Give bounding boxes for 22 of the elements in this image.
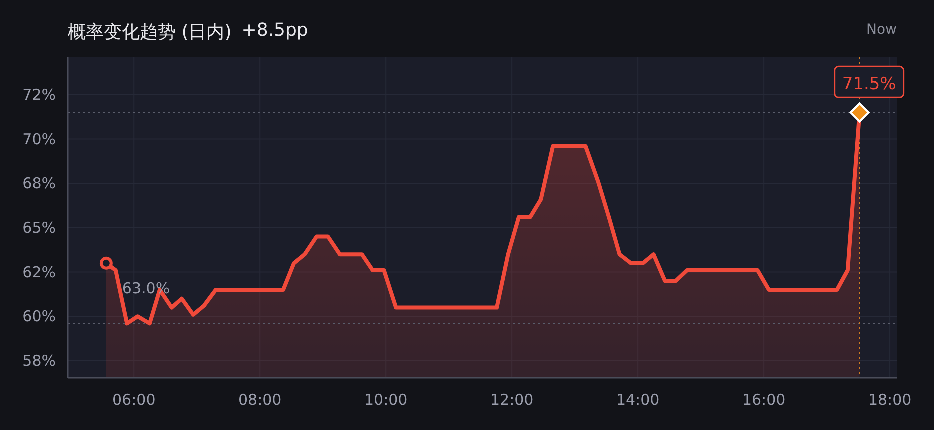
x-tick-label: 12:00 (490, 391, 534, 409)
x-tick-label: 16:00 (742, 391, 786, 409)
y-tick-label: 70% (22, 130, 56, 148)
y-tick-label: 58% (22, 352, 56, 370)
annotation: 71.5% (842, 74, 896, 95)
start-value-label: 63.0% (122, 279, 170, 298)
y-tick-label: 68% (22, 174, 56, 193)
start-marker (100, 256, 113, 270)
now-label: Now (866, 22, 897, 38)
y-tick-label: 60% (22, 308, 56, 326)
chart-title: 概率变化趋势 (日内) (68, 21, 232, 44)
x-tick-label: 14:00 (616, 391, 660, 409)
current-value-badge: 71.5% (834, 66, 905, 98)
y-tick-label: 62% (22, 263, 56, 282)
change-value: +8.5pp (242, 20, 308, 41)
x-tick-label: 06:00 (112, 391, 156, 409)
y-tick-label: 65% (22, 218, 56, 237)
x-tick-label: 08:00 (238, 391, 282, 409)
x-tick-label: 18:00 (868, 391, 912, 409)
x-tick-label: 10:00 (364, 391, 408, 409)
end-marker (849, 102, 870, 124)
y-tick-label: 72% (22, 86, 56, 104)
